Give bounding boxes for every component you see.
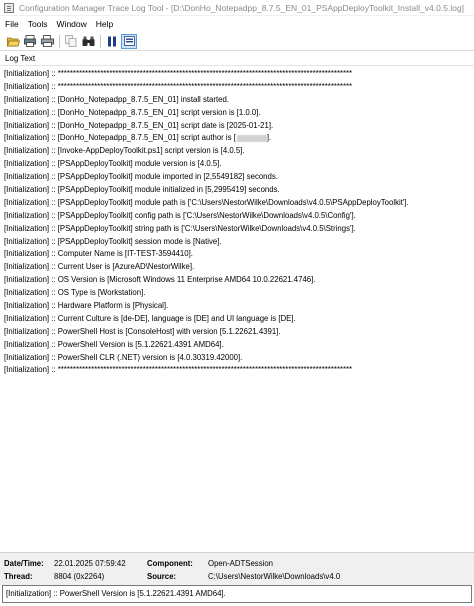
component-label: Component: <box>147 559 193 568</box>
print-icon[interactable] <box>39 34 55 49</box>
log-line[interactable]: [Initialization] :: [DonHo_Notepadpp_8.7… <box>0 107 474 120</box>
thread-label: Thread: <box>4 572 33 581</box>
component-value: Open-ADTSession <box>208 559 274 568</box>
toolbar-separator <box>100 34 101 48</box>
source-label: Source: <box>147 572 177 581</box>
menu-window[interactable]: Window <box>57 19 87 29</box>
log-line[interactable]: [Initialization] :: [PSAppDeployToolkit]… <box>0 223 474 236</box>
thread-value: 8804 (0x2264) <box>54 572 105 581</box>
log-line[interactable]: [Initialization] :: PowerShell CLR (.NET… <box>0 352 474 365</box>
log-line[interactable]: [Initialization] :: ********************… <box>0 68 474 81</box>
entry-details-panel: Date/Time: 22.01.2025 07:59:42 Component… <box>0 553 474 585</box>
source-value: C:\Users\NestorWilke\Downloads\v4.0 <box>208 572 341 581</box>
datetime-value: 22.01.2025 07:59:42 <box>54 559 126 568</box>
log-line[interactable]: [Initialization] :: Current Culture is [… <box>0 313 474 326</box>
pause-icon[interactable] <box>104 34 120 49</box>
open-folder-icon[interactable] <box>5 34 21 49</box>
log-line[interactable]: [Initialization] :: [PSAppDeployToolkit]… <box>0 171 474 184</box>
log-column-header[interactable]: Log Text <box>0 52 474 66</box>
log-line[interactable]: [Initialization] :: PowerShell Host is [… <box>0 326 474 339</box>
window-title: Configuration Manager Trace Log Tool - [… <box>19 2 464 13</box>
menu-file[interactable]: File <box>5 19 19 29</box>
title-bar: Configuration Manager Trace Log Tool - [… <box>0 0 474 16</box>
highlight-icon[interactable] <box>121 33 137 49</box>
toolbar-separator <box>59 34 60 48</box>
log-line[interactable]: [Initialization] :: [PSAppDeployToolkit]… <box>0 184 474 197</box>
copy-icon[interactable] <box>63 34 79 49</box>
log-line[interactable]: [Initialization] :: [PSAppDeployToolkit]… <box>0 236 474 249</box>
log-line[interactable]: [Initialization] :: OS Type is [Workstat… <box>0 287 474 300</box>
datetime-label: Date/Time: <box>4 559 44 568</box>
log-line[interactable]: [Initialization] :: [PSAppDeployToolkit]… <box>0 197 474 210</box>
log-line[interactable]: [Initialization] :: ********************… <box>0 81 474 94</box>
log-line[interactable]: [Initialization] :: [DonHo_Notepadpp_8.7… <box>0 94 474 107</box>
print-preview-icon[interactable] <box>22 34 38 49</box>
log-line[interactable]: [Initialization] :: ********************… <box>0 364 474 377</box>
log-line[interactable]: [Initialization] :: Computer Name is [IT… <box>0 248 474 261</box>
log-line[interactable]: [Initialization] :: [DonHo_Notepadpp_8.7… <box>0 120 474 133</box>
log-line[interactable]: [Initialization] :: [Invoke-AppDeployToo… <box>0 145 474 158</box>
menu-help[interactable]: Help <box>96 19 113 29</box>
find-icon[interactable] <box>80 34 96 49</box>
log-line[interactable]: [Initialization] :: PowerShell Version i… <box>0 339 474 352</box>
log-line[interactable]: [Initialization] :: [DonHo_Notepadpp_8.7… <box>0 132 474 145</box>
log-list[interactable]: [Initialization] :: ********************… <box>0 66 474 553</box>
log-line[interactable]: [Initialization] :: OS Version is [Micro… <box>0 274 474 287</box>
log-line[interactable]: [Initialization] :: [PSAppDeployToolkit]… <box>0 210 474 223</box>
menu-tools[interactable]: Tools <box>28 19 48 29</box>
message-text-box[interactable]: [Initialization] :: PowerShell Version i… <box>2 585 472 603</box>
log-line[interactable]: [Initialization] :: Current User is [Azu… <box>0 261 474 274</box>
log-line[interactable]: [Initialization] :: Hardware Platform is… <box>0 300 474 313</box>
toolbar <box>0 32 474 51</box>
log-line[interactable]: [Initialization] :: [PSAppDeployToolkit]… <box>0 158 474 171</box>
redacted-author <box>236 134 267 142</box>
app-icon <box>4 2 14 13</box>
menu-bar: File Tools Window Help <box>0 16 474 32</box>
